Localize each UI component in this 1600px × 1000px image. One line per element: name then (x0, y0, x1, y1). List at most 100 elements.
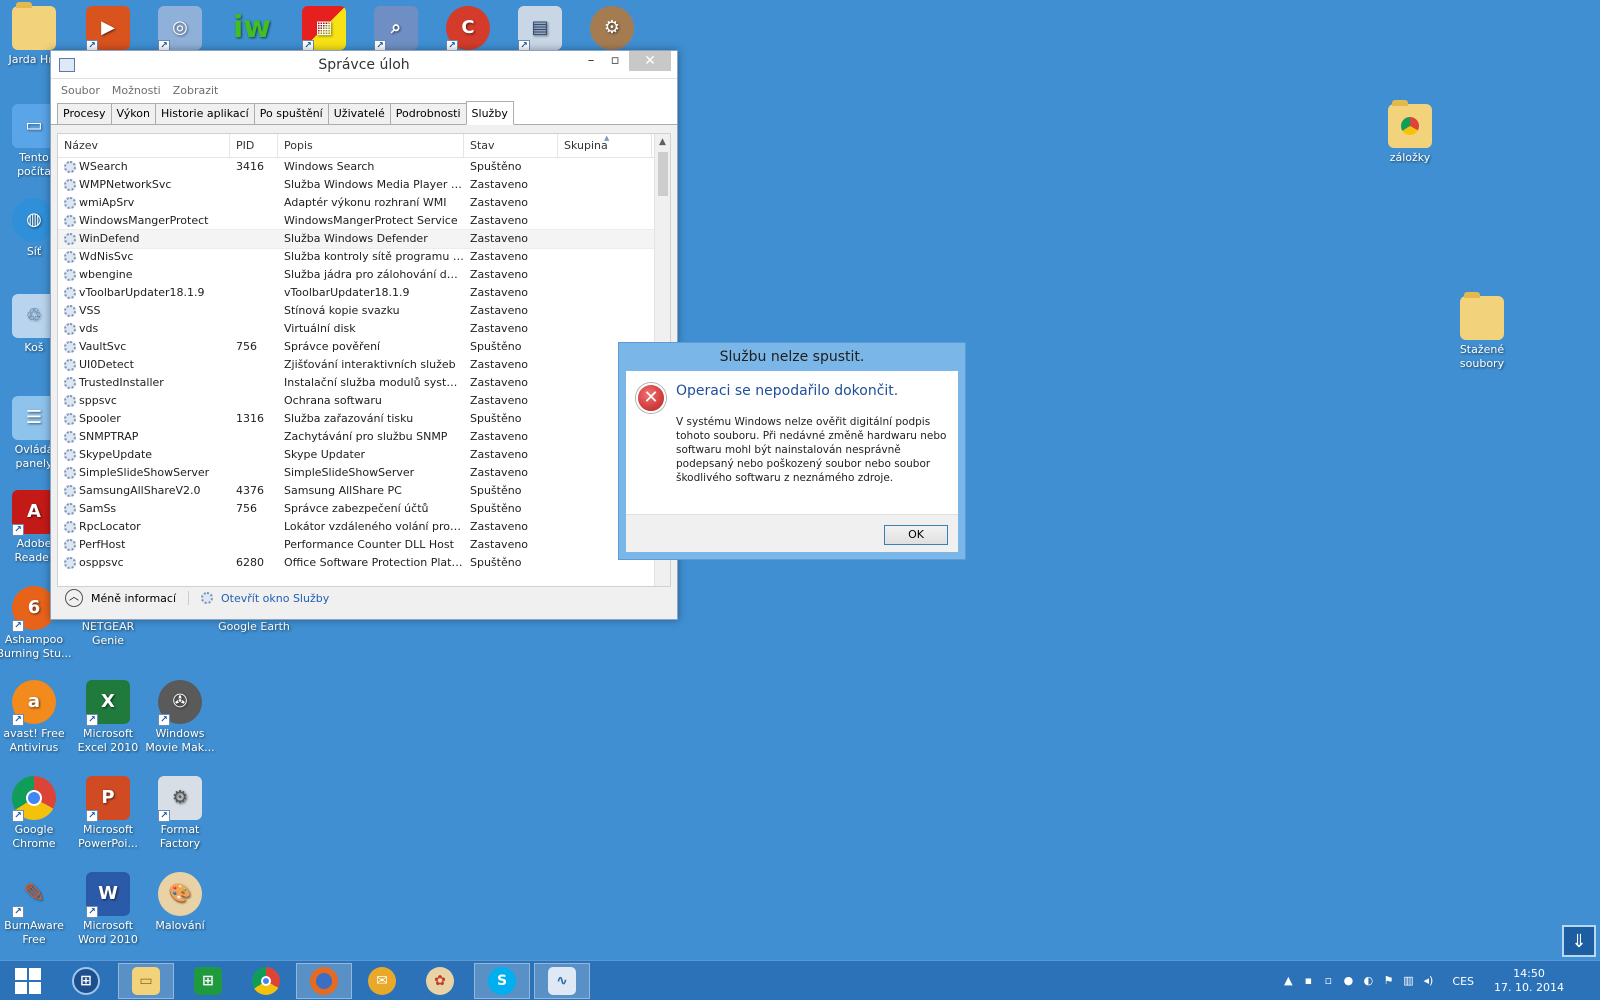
close-button[interactable]: ✕ (629, 51, 671, 71)
column-nazev[interactable]: Název (58, 134, 230, 157)
taskbar-firefox[interactable] (296, 963, 352, 999)
scrollbar-thumb[interactable] (658, 152, 668, 196)
desktop-icon-powerpoint[interactable]: P ↗ Microsoft PowerPoi... (70, 776, 146, 851)
tray-device-icon[interactable]: ▫ (1322, 975, 1334, 987)
tab-podrobnosti[interactable]: Podrobnosti (389, 103, 467, 124)
column-popis[interactable]: Popis (278, 134, 464, 157)
tray-avast-icon[interactable]: ● (1342, 975, 1354, 987)
tab-vykon[interactable]: Výkon (110, 103, 156, 124)
cell-state: Zastaveno (470, 304, 529, 317)
table-row[interactable]: UI0Detect Zjišťování interaktivních služe… (58, 356, 654, 374)
open-services-link[interactable]: Otevřít okno Služby (221, 592, 329, 605)
action-center-flag-icon[interactable]: ⚑ (1382, 975, 1394, 987)
desktop-icon-app8[interactable]: ⚙ (574, 6, 650, 53)
tray-security-icon[interactable]: ◐ (1362, 975, 1374, 987)
desktop-icon-stazene[interactable]: Stažené soubory (1444, 292, 1520, 371)
desktop-icon-app4[interactable]: ▦ ↗ (286, 6, 362, 53)
desktop-icon-google-earth[interactable]: Google Earth (214, 620, 294, 634)
table-row[interactable]: SamsungAllShareV2.0 4376 Samsung AllShare … (58, 482, 654, 500)
tab-uzivatele[interactable]: Uživatelé (327, 103, 391, 124)
table-row[interactable]: SNMPTRAP Zachytávání pro službu SNMP Zasta… (58, 428, 654, 446)
table-row[interactable]: wbengine Služba jádra pro zálohování dat … (58, 266, 654, 284)
cell-name: vds (58, 320, 230, 338)
volume-icon[interactable]: ◂) (1422, 975, 1434, 987)
desktop-icon-app7[interactable]: ▤ ↗ (502, 6, 578, 53)
desktop-icon-burnaware[interactable]: ✎ ↗ BurnAware Free (0, 872, 72, 947)
desktop-icon-format-factory[interactable]: ⚙ ↗ Format Factory (142, 776, 218, 851)
taskbar-skype[interactable]: S (474, 963, 530, 999)
desktop-icon-paint[interactable]: 🎨 Malování (142, 872, 218, 933)
less-info-button[interactable]: Méně informací (91, 592, 176, 605)
service-name: SkypeUpdate (79, 448, 153, 461)
table-row[interactable]: SkypeUpdate Skype Updater Zastaveno (58, 446, 654, 464)
taskbar-store[interactable]: ⊞ (180, 963, 236, 999)
taskbar-task-manager[interactable]: ∿ (534, 963, 590, 999)
maximize-button[interactable]: ▫ (601, 51, 629, 71)
table-row[interactable]: WinDefend Služba Windows Defender Zastaven… (58, 229, 655, 249)
cell-name: SkypeUpdate (58, 446, 230, 464)
table-row[interactable]: SamSs 756 Správce zabezpečení účtů Spuštěno (58, 500, 654, 518)
desktop-icon-app5[interactable]: ⌕ ↗ (358, 6, 434, 53)
desktop-icon-avast[interactable]: a ↗ avast! Free Antivirus (0, 680, 72, 755)
table-row[interactable]: Spooler 1316 Služba zařazování tisku Spuště… (58, 410, 654, 428)
table-row[interactable]: SimpleSlideShowServer SimpleSlideShowServ… (58, 464, 654, 482)
desktop-icon-ccleaner[interactable]: C ↗ (430, 6, 506, 53)
taskbar-mail[interactable]: ✉ (354, 963, 410, 999)
show-hidden-icons-icon[interactable]: ▲ (1282, 975, 1294, 987)
table-row[interactable]: osppsvc 6280 Office Software Protection Pl… (58, 554, 654, 572)
menu-soubor[interactable]: Soubor (61, 84, 100, 97)
table-row[interactable]: VaultSvc 756 Správce pověření Spuštěno (58, 338, 654, 356)
desktop-icon-netgear[interactable]: NETGEAR Genie (70, 620, 146, 648)
table-row[interactable]: WdNisSvc Služba kontroly sítě programu W.… (58, 248, 654, 266)
taskbar-chrome[interactable] (238, 963, 294, 999)
table-row[interactable]: wmiApSrv Adaptér výkonu rozhraní WMI Zasta… (58, 194, 654, 212)
taskbar-paint[interactable]: ✿ (412, 963, 468, 999)
language-indicator[interactable]: CES (1452, 975, 1474, 988)
cell-state: Zastaveno (470, 286, 529, 299)
tab-procesy[interactable]: Procesy (57, 103, 112, 124)
column-stav[interactable]: Stav (464, 134, 558, 157)
scroll-up-icon[interactable]: ▲ (655, 134, 670, 150)
notification-arrow-button[interactable]: ⇓ (1562, 925, 1596, 957)
menu-moznosti[interactable]: Možnosti (112, 84, 161, 97)
desktop-icon-moviemaker[interactable]: ✇ ↗ Windows Movie Mak... (142, 680, 218, 755)
column-pid[interactable]: PID (230, 134, 278, 157)
desktop-icon-app2[interactable]: ◎ ↗ (142, 6, 218, 53)
cell-name: SNMPTRAP (58, 428, 230, 446)
table-row[interactable]: TrustedInstaller Instalační služba modulů… (58, 374, 654, 392)
clock[interactable]: 14:50 17. 10. 2014 (1494, 967, 1564, 995)
table-row[interactable]: PerfHost Performance Counter DLL Host Zast… (58, 536, 654, 554)
menu-zobrazit[interactable]: Zobrazit (173, 84, 219, 97)
desktop-icon-excel[interactable]: X ↗ Microsoft Excel 2010 (70, 680, 146, 755)
table-row[interactable]: RpcLocator Lokátor vzdáleného volání proc… (58, 518, 654, 536)
desktop-icon-zalozky[interactable]: záložky (1372, 100, 1448, 165)
cell-description: Office Software Protection Platfo... (284, 556, 464, 569)
service-gear-icon (64, 467, 76, 479)
cell-group (558, 194, 652, 212)
tab-sluzby[interactable]: Služby (465, 101, 514, 125)
service-gear-icon (64, 179, 76, 191)
tab-historie[interactable]: Historie aplikací (154, 103, 255, 124)
taskbar-explorer[interactable]: ▭ (118, 963, 174, 999)
table-row[interactable]: sppsvc Ochrana softwaru Zastaveno (58, 392, 654, 410)
network-icon[interactable]: ▥ (1402, 975, 1414, 987)
table-row[interactable]: WMPNetworkSvc Služba Windows Media Player… (58, 176, 654, 194)
cell-state: Spuštěno (470, 160, 522, 173)
desktop-icon-chrome[interactable]: ↗ Google Chrome (0, 776, 72, 851)
task-manager-titlebar[interactable]: Správce úloh – ▫ ✕ (51, 51, 677, 79)
table-row[interactable]: WSearch 3416 Windows Search Spuštěno (58, 158, 654, 176)
table-row[interactable]: vToolbarUpdater18.1.9 vToolbarUpdater18.1… (58, 284, 654, 302)
chevron-up-icon[interactable]: ︿ (65, 589, 83, 607)
table-row[interactable]: VSS Stínová kopie svazku Zastaveno (58, 302, 654, 320)
start-button[interactable] (0, 963, 56, 999)
cell-description: Zjišťování interaktivních služeb (284, 358, 456, 371)
desktop-icon-word[interactable]: W ↗ Microsoft Word 2010 (70, 872, 146, 947)
tray-app-icon[interactable]: ▪ (1302, 975, 1314, 987)
desktop-icon-movie[interactable]: ▶ ↗ (70, 6, 146, 53)
tab-po-spusteni[interactable]: Po spuštění (253, 103, 329, 124)
ok-button[interactable]: OK (884, 525, 948, 545)
table-row[interactable]: vds Virtuální disk Zastaveno (58, 320, 654, 338)
desktop-icon-iw[interactable]: iw (214, 6, 290, 53)
table-row[interactable]: WindowsMangerProtect WindowsMangerProtect… (58, 212, 654, 230)
taskbar-start-orb[interactable]: ⊞ (58, 963, 114, 999)
